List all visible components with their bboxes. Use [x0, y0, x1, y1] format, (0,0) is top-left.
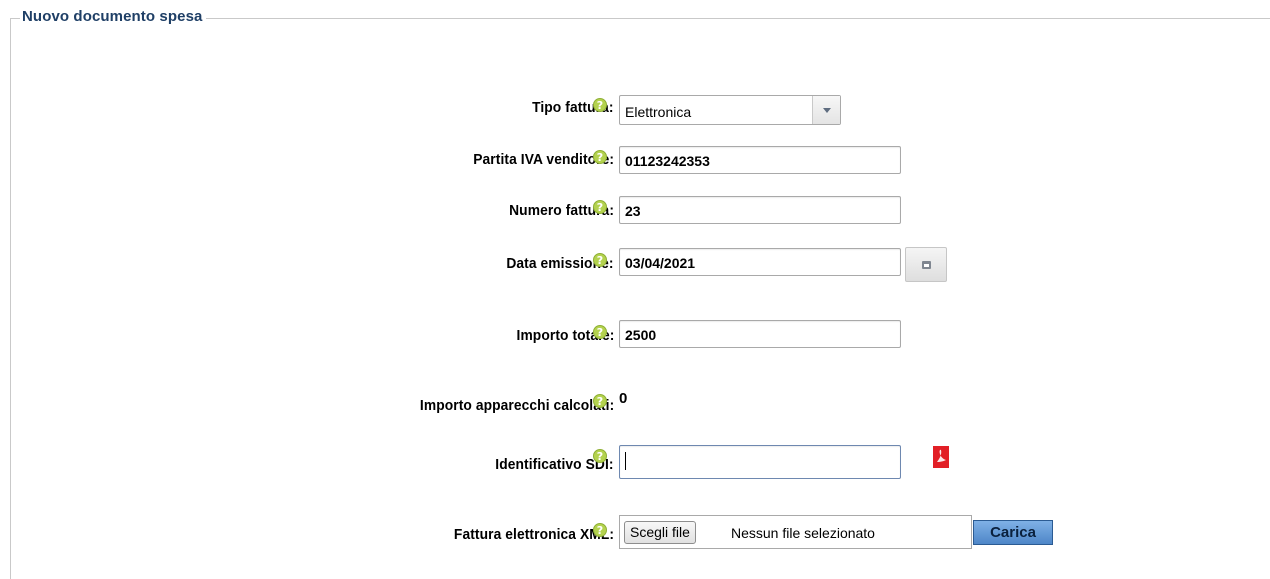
help-icon[interactable]: ?	[593, 523, 607, 537]
calendar-button[interactable]	[905, 247, 947, 282]
identificativo-sdi-input[interactable]	[619, 445, 901, 479]
label-importo-apparecchi: Importo apparecchi calcolati:	[419, 397, 614, 414]
tipo-fattura-value: Elettronica	[625, 104, 692, 120]
chevron-down-icon[interactable]	[812, 96, 840, 124]
upload-button[interactable]: Carica	[973, 520, 1053, 545]
numero-fattura-input[interactable]: 23	[619, 196, 901, 224]
choose-file-button[interactable]: Scegli file	[624, 521, 696, 544]
calendar-icon	[922, 261, 931, 269]
form-title: Nuovo documento spesa	[20, 8, 207, 25]
importo-totale-input[interactable]: 2500	[619, 320, 901, 348]
partita-iva-input[interactable]: 01123242353	[619, 146, 901, 174]
help-icon[interactable]: ?	[593, 150, 607, 164]
help-icon[interactable]: ?	[593, 98, 607, 112]
file-status: Nessun file selezionato	[731, 525, 875, 541]
help-icon[interactable]: ?	[593, 253, 607, 267]
data-emissione-input[interactable]: 03/04/2021	[619, 248, 901, 276]
file-input[interactable]: Scegli file Nessun file selezionato	[619, 515, 972, 549]
help-icon[interactable]: ?	[593, 394, 607, 408]
tipo-fattura-select[interactable]: Elettronica	[619, 95, 841, 125]
pdf-icon[interactable]	[933, 446, 949, 468]
importo-apparecchi-value: 0	[619, 390, 628, 407]
help-icon[interactable]: ?	[593, 325, 607, 339]
label-fattura-xml: Fattura elettronica XML:	[453, 526, 614, 543]
help-icon[interactable]: ?	[593, 449, 607, 463]
help-icon[interactable]: ?	[593, 200, 607, 214]
text-cursor	[625, 452, 626, 470]
